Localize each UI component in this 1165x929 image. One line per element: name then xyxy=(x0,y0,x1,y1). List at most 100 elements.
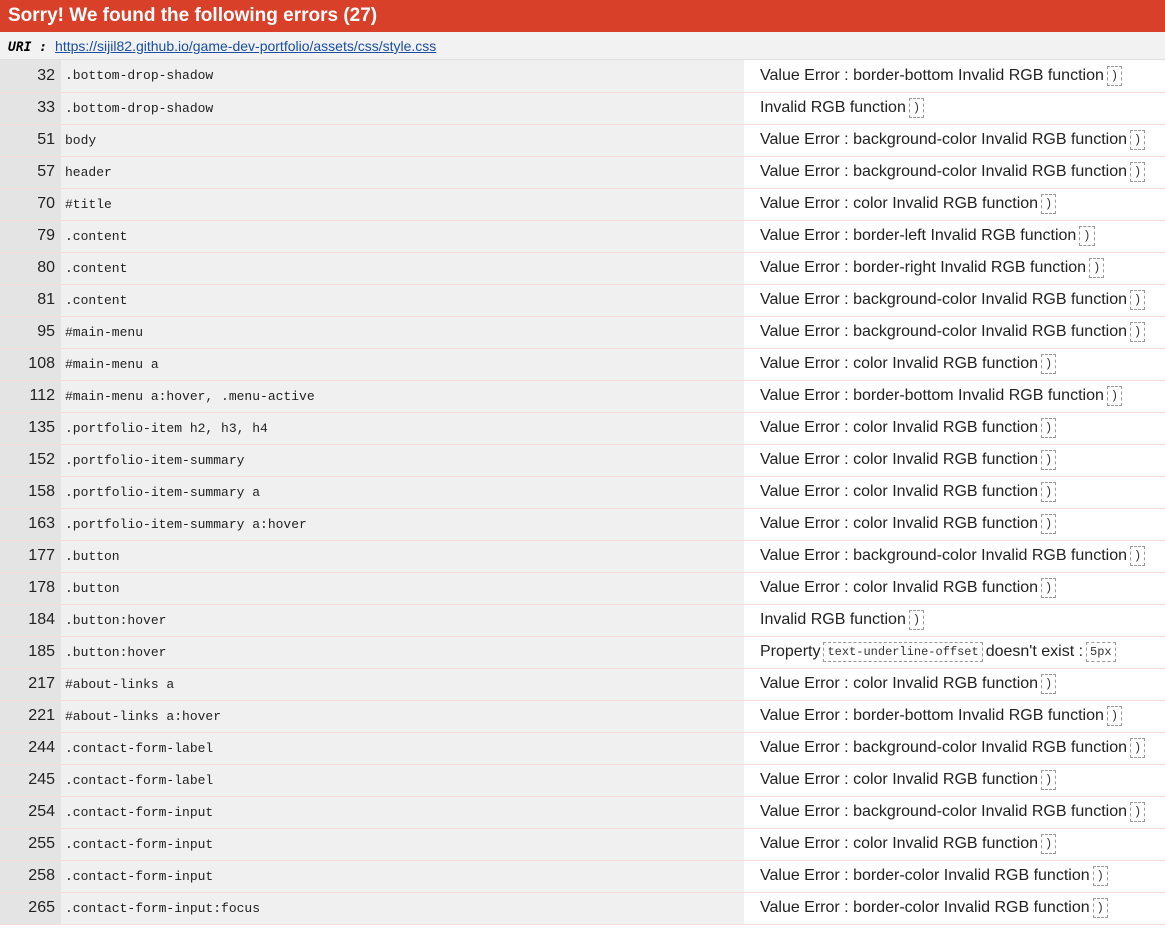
error-row: 245 .contact-form-label Value Error : colo… xyxy=(0,764,1165,797)
error-value-code: ) xyxy=(1130,322,1146,342)
error-row: 158 .portfolio-item-summary a Value Error … xyxy=(0,476,1165,509)
uri-link[interactable]: https://sijil82.github.io/game-dev-portf… xyxy=(55,38,436,54)
line-number: 57 xyxy=(0,156,61,189)
css-selector: #about-links a xyxy=(61,668,744,701)
line-number: 185 xyxy=(0,636,61,669)
error-message: Value Error : background-color Invalid R… xyxy=(760,323,1127,341)
error-message-cell: Value Error : border-color Invalid RGB f… xyxy=(744,860,1165,893)
line-number: 255 xyxy=(0,828,61,861)
error-row: 81 .content Value Error : background-color… xyxy=(0,284,1165,317)
error-message-cell: Value Error : border-bottom Invalid RGB … xyxy=(744,60,1165,93)
error-message: Value Error : border-bottom Invalid RGB … xyxy=(760,66,1104,84)
error-value-code: ) xyxy=(1041,834,1057,854)
error-message: Value Error : color Invalid RGB function xyxy=(760,835,1039,853)
error-message-cell: Value Error : background-color Invalid R… xyxy=(744,540,1165,573)
line-number: 70 xyxy=(0,188,61,221)
css-selector: #main-menu a:hover, .menu-active xyxy=(61,380,744,413)
line-number: 177 xyxy=(0,540,61,573)
error-message-prefix: Property xyxy=(760,643,821,661)
error-message: Value Error : border-right Invalid RGB f… xyxy=(760,259,1087,277)
css-selector: .button:hover xyxy=(61,636,744,669)
error-value-code: ) xyxy=(1089,258,1105,278)
line-number: 108 xyxy=(0,348,61,381)
error-row: 265 .contact-form-input:focus Value Error … xyxy=(0,892,1165,925)
css-selector: .contact-form-label xyxy=(61,732,744,765)
error-row: 254 .contact-form-input Value Error : back… xyxy=(0,796,1165,829)
error-message: Value Error : background-color Invalid R… xyxy=(760,803,1127,821)
error-message: Invalid RGB function xyxy=(760,611,906,629)
error-row: 244 .contact-form-label Value Error : back… xyxy=(0,732,1165,765)
line-number: 217 xyxy=(0,668,61,701)
css-selector: .portfolio-item-summary xyxy=(61,444,744,477)
error-message: Value Error : color Invalid RGB function xyxy=(760,419,1039,437)
error-value-code: ) xyxy=(1130,546,1146,566)
error-value-code: ) xyxy=(1106,65,1123,86)
line-number: 265 xyxy=(0,892,61,925)
error-value-code: ) xyxy=(1106,706,1123,726)
line-number: 184 xyxy=(0,604,61,637)
error-message: Value Error : background-color Invalid R… xyxy=(760,163,1127,181)
error-value-code: ) xyxy=(1079,226,1095,246)
error-row: 79 .content Value Error : border-left Inva… xyxy=(0,220,1165,253)
error-row: 112 #main-menu a:hover, .menu-active Value… xyxy=(0,380,1165,413)
error-message: Value Error : border-bottom Invalid RGB … xyxy=(760,707,1104,725)
css-selector: .button xyxy=(61,540,744,573)
error-value-code: ) xyxy=(1130,290,1146,310)
error-row: 178 .button Value Error : color Invalid RG… xyxy=(0,572,1165,605)
css-selector: .content xyxy=(61,220,744,253)
css-selector: .contact-form-input xyxy=(61,860,744,893)
error-message-cell: Value Error : background-color Invalid R… xyxy=(744,156,1165,189)
css-selector: .button:hover xyxy=(61,604,744,637)
line-number: 95 xyxy=(0,316,61,349)
line-number: 152 xyxy=(0,444,61,477)
line-number: 51 xyxy=(0,124,61,157)
line-number: 245 xyxy=(0,764,61,797)
error-message: doesn't exist : xyxy=(985,643,1084,661)
error-row: 258 .contact-form-input Value Error : bord… xyxy=(0,860,1165,893)
error-value-code: ) xyxy=(1041,514,1057,534)
error-message-cell: Value Error : background-color Invalid R… xyxy=(744,316,1165,349)
css-selector: .portfolio-item h2, h3, h4 xyxy=(61,412,744,445)
error-row: 51 body Value Error : background-color Inv… xyxy=(0,124,1165,157)
error-message: Value Error : color Invalid RGB function xyxy=(760,195,1039,213)
error-message-cell: Property text-underline-offset doesn't exi… xyxy=(744,636,1165,669)
line-number: 244 xyxy=(0,732,61,765)
error-value-code: ) xyxy=(908,610,925,630)
error-value-code: ) xyxy=(1041,194,1057,214)
error-message-cell: Value Error : color Invalid RGB function… xyxy=(744,476,1165,509)
line-number: 178 xyxy=(0,572,61,605)
css-selector: .contact-form-input xyxy=(61,796,744,829)
error-message: Value Error : border-color Invalid RGB f… xyxy=(760,899,1090,917)
error-message: Invalid RGB function xyxy=(760,99,906,117)
error-message: Value Error : color Invalid RGB function xyxy=(760,515,1039,533)
error-message: Value Error : background-color Invalid R… xyxy=(760,547,1127,565)
error-message-cell: Value Error : color Invalid RGB function… xyxy=(744,572,1165,605)
error-message: Value Error : color Invalid RGB function xyxy=(760,579,1039,597)
error-row: 177 .button Value Error : background-color… xyxy=(0,540,1165,573)
error-message: Value Error : color Invalid RGB function xyxy=(760,771,1039,789)
uri-bar: URI : https://sijil82.github.io/game-dev… xyxy=(0,32,1165,60)
error-message-cell: Value Error : border-bottom Invalid RGB … xyxy=(744,700,1165,733)
error-row: 152 .portfolio-item-summary Value Error : … xyxy=(0,444,1165,477)
error-message-cell: Invalid RGB function) xyxy=(744,92,1165,125)
error-row: 221 #about-links a:hover Value Error : bor… xyxy=(0,700,1165,733)
error-message: Value Error : color Invalid RGB function xyxy=(760,675,1039,693)
error-message-cell: Value Error : background-color Invalid R… xyxy=(744,124,1165,157)
css-selector: .contact-form-input xyxy=(61,828,744,861)
uri-label: URI : xyxy=(8,40,48,55)
css-selector: #title xyxy=(61,188,744,221)
error-message-cell: Invalid RGB function) xyxy=(744,604,1165,637)
error-value-code: ) xyxy=(1041,354,1057,374)
error-message-cell: Value Error : color Invalid RGB function… xyxy=(744,188,1165,221)
error-message-cell: Value Error : border-left Invalid RGB fu… xyxy=(744,220,1165,253)
line-number: 158 xyxy=(0,476,61,509)
error-message-cell: Value Error : border-color Invalid RGB f… xyxy=(744,892,1165,925)
error-header: Sorry! We found the following errors (27… xyxy=(0,0,1165,32)
line-number: 135 xyxy=(0,412,61,445)
error-value-code: 5px xyxy=(1086,642,1116,662)
error-value-code: ) xyxy=(1041,450,1057,470)
error-value-code: ) xyxy=(1041,578,1057,598)
error-value-code: ) xyxy=(1092,866,1108,886)
error-message: Value Error : background-color Invalid R… xyxy=(760,291,1127,309)
error-value-code: ) xyxy=(1041,674,1057,694)
